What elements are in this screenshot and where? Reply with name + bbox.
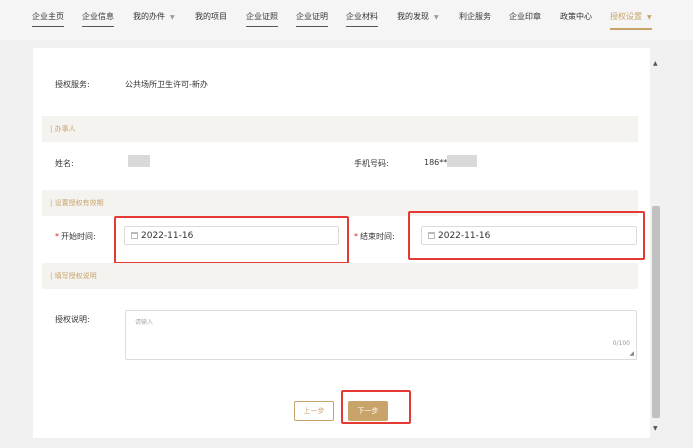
section-header-handler: | 办事人 <box>42 116 638 142</box>
nav-item-discoveries[interactable]: 我的发现 ▼ <box>397 11 439 26</box>
scroll-down-icon[interactable]: ▼ <box>653 425 658 432</box>
nav-item-services[interactable]: 利企服务 <box>459 11 491 26</box>
scrollbar-thumb[interactable] <box>652 206 660 418</box>
nav-item-home[interactable]: 企业主页 <box>32 11 64 27</box>
vertical-scrollbar[interactable]: ▲ ▼ <box>650 48 662 438</box>
redacted-name-mask <box>128 155 150 167</box>
service-label: 授权服务: <box>55 80 90 89</box>
service-value: 公共场所卫生许可-新办 <box>125 80 208 89</box>
previous-step-button[interactable]: 上一步 <box>294 401 334 421</box>
section-header-description: | 填写授权说明 <box>42 263 638 289</box>
end-time-label-text: 结束时间: <box>360 232 395 241</box>
nav-item-company-info[interactable]: 企业信息 <box>82 11 114 27</box>
chevron-down-icon: ▼ <box>170 14 175 21</box>
nav-item-label: 我的发现 <box>397 12 429 21</box>
phone-label: 手机号码: <box>354 159 389 168</box>
nav-item-my-projects[interactable]: 我的项目 <box>195 11 227 26</box>
required-mark: * <box>354 232 358 241</box>
name-label: 姓名: <box>55 159 74 168</box>
nav-item-licenses[interactable]: 企业证照 <box>246 11 278 27</box>
resize-handle-icon[interactable]: ◢ <box>629 351 634 357</box>
nav-item-label: 我的办件 <box>133 12 165 21</box>
end-time-label: * 结束时间: <box>354 231 395 242</box>
highlight-box-start <box>114 216 349 264</box>
description-textarea[interactable]: 请输入 0/100 ◢ <box>125 310 637 360</box>
chevron-down-icon: ▼ <box>434 14 439 21</box>
nav-item-authorization-settings[interactable]: 授权设置 ▼ <box>610 11 652 30</box>
description-placeholder: 请输入 <box>135 319 154 326</box>
nav-item-policy-center[interactable]: 政策中心 <box>560 11 592 26</box>
scroll-up-icon[interactable]: ▲ <box>653 60 658 67</box>
bottom-strip <box>0 438 693 448</box>
nav-item-materials[interactable]: 企业材料 <box>346 11 378 27</box>
highlight-box-next <box>341 390 411 424</box>
start-time-label-text: 开始时间: <box>61 232 96 241</box>
top-nav: 企业主页 企业信息 我的办件 ▼ 我的项目 企业证照 企业证明 企业材料 我的发现… <box>0 0 693 40</box>
redacted-phone-mask <box>447 155 477 167</box>
start-time-label: * 开始时间: <box>55 231 96 242</box>
phone-value: 186** <box>424 158 448 167</box>
nav-item-seals[interactable]: 企业印章 <box>509 11 541 26</box>
highlight-box-end <box>408 211 645 260</box>
chevron-down-icon: ▼ <box>647 14 652 21</box>
nav-item-my-cases[interactable]: 我的办件 ▼ <box>133 11 175 26</box>
required-mark: * <box>55 232 59 241</box>
nav-item-certificates[interactable]: 企业证明 <box>296 11 328 27</box>
description-label: 授权说明: <box>55 315 90 324</box>
nav-item-label: 授权设置 <box>610 12 642 21</box>
character-counter: 0/100 <box>612 340 630 347</box>
